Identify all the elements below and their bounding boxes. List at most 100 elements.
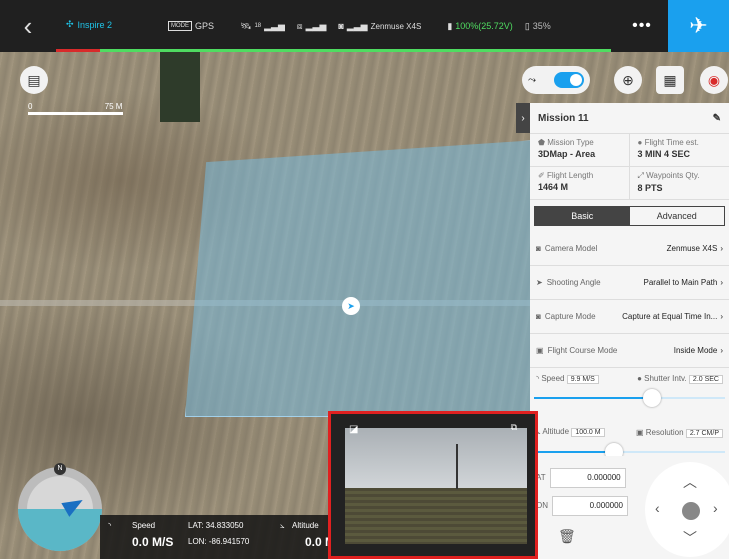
satellite-icon: 🛰 <box>240 20 252 31</box>
direction-icon: ➤ <box>536 278 543 287</box>
camera-icon: ◙ <box>536 244 541 253</box>
record-button[interactable]: ◉ <box>700 66 728 94</box>
remote-controller-icon: ⧈ <box>296 20 303 31</box>
chevron-right-icon: › <box>720 244 723 253</box>
ruler-icon: ✐ <box>538 171 545 180</box>
speed-icon: ◝ <box>536 373 540 383</box>
map-mode-toggle[interactable]: ⤳ <box>522 66 590 94</box>
dpad-center[interactable] <box>682 502 700 520</box>
crosshair-icon: ⊕ <box>622 71 634 88</box>
aircraft-location-icon[interactable]: ➤ <box>342 297 360 315</box>
save-button[interactable]: ▤ <box>20 66 48 94</box>
aircraft-model[interactable]: ✣ Inspire 2 <box>56 0 156 52</box>
takeoff-button[interactable]: ✈ <box>668 0 729 52</box>
chevron-right-icon[interactable]: › <box>713 500 718 516</box>
dark-field-patch <box>160 52 200 122</box>
chevron-up-icon[interactable]: ︿ <box>683 472 697 492</box>
survey-area-polygon[interactable] <box>185 140 537 417</box>
battery-icon: ▮ <box>447 20 453 31</box>
flight-length: ✐ Flight Length 1464 M <box>530 167 630 200</box>
route-icon: ⤳ <box>528 74 536 86</box>
toggle-switch[interactable] <box>554 72 584 88</box>
airplane-icon: ✈ <box>689 13 708 38</box>
longitude-input[interactable]: 0.000000 <box>552 496 628 516</box>
mission-header: Mission 11 ✎ <box>530 103 729 134</box>
mission-summary: ⬟ Mission Type 3DMap - Area ● Flight Tim… <box>530 134 729 200</box>
altitude-row: ⦣ Altitude 100.0 M ▣ Resolution 2.7 CM/P <box>530 422 729 442</box>
slider-fill <box>534 397 653 399</box>
chevron-right-icon: › <box>521 112 525 124</box>
resolution-icon: ▣ <box>635 427 644 437</box>
map-thumbnail-icon: ▦ <box>663 71 677 88</box>
drone-view-icon[interactable]: ⧉ <box>511 422 517 433</box>
tab-advanced[interactable]: Advanced <box>630 207 725 225</box>
slider-fill <box>534 451 615 453</box>
map-scale: 0 75 M <box>28 102 123 115</box>
edit-icon[interactable]: ✎ <box>713 113 721 124</box>
altitude-icon: ⦣ <box>280 521 285 530</box>
telemetry-bar: ◝ Speed 0.0 M/S LAT: 34.833050 LON: -86.… <box>100 515 342 559</box>
drone-icon: ✣ <box>66 19 74 29</box>
map-layer-button[interactable]: ▦ <box>656 66 684 94</box>
speed-row: ◝ Speed 9.9 M/S ● Shutter Intv. 2.0 SEC <box>530 368 729 388</box>
tab-basic[interactable]: Basic <box>535 207 630 225</box>
clock-icon: ● <box>637 373 642 383</box>
camera-icon: ◙ <box>338 21 344 31</box>
mission-type: ⬟ Mission Type 3DMap - Area <box>530 134 630 167</box>
rc-battery[interactable]: ▯ 35% <box>525 21 551 32</box>
course-icon: ▣ <box>536 346 544 355</box>
flight-time: ● Flight Time est. 3 MIN 4 SEC <box>629 134 729 167</box>
waypoints: ⤢ Waypoints Qty. 8 PTS <box>629 167 729 200</box>
signal-bars-icon: ▂▃▅ <box>264 20 285 31</box>
waypoint-icon: ⤢ <box>637 171 644 180</box>
latitude-input[interactable]: 0.000000 <box>549 468 626 488</box>
scale-bar <box>28 112 123 115</box>
more-menu-button[interactable]: ••• <box>622 0 662 52</box>
trash-icon[interactable]: 🗑 <box>558 528 576 545</box>
mission-name: Mission 11 <box>538 112 589 124</box>
preview-pole <box>456 444 458 489</box>
record-icon: ◉ <box>707 71 721 88</box>
clock-icon: ● <box>637 138 643 147</box>
camera-model-row[interactable]: ◙ Camera Model Zenmuse X4S › <box>530 232 729 266</box>
collapse-panel-button[interactable]: › <box>516 103 530 133</box>
switch-view-icon[interactable]: ◪ <box>349 424 358 435</box>
chevron-right-icon: › <box>720 312 723 321</box>
longitude-field: ON 0.000000 <box>536 496 628 516</box>
chevron-right-icon: › <box>720 278 723 287</box>
locate-button[interactable]: ⊕ <box>614 66 642 94</box>
latitude-field: AT 0.000000 <box>536 468 626 488</box>
rc-signal[interactable]: ⧈ ▂▃▅ <box>297 21 327 32</box>
slider-knob[interactable] <box>643 389 662 407</box>
signal-bars-icon: ▂▃▅ <box>346 20 368 31</box>
signal-bars-icon: ▂▃▅ <box>305 20 327 31</box>
camera-icon: ◙ <box>536 312 541 321</box>
attitude-compass[interactable]: N <box>18 463 102 551</box>
chevron-left-icon: ‹ <box>23 10 33 41</box>
mission-panel: Mission 11 ✎ ⬟ Mission Type 3DMap - Area… <box>530 103 729 461</box>
flight-course-mode-row[interactable]: ▣ Flight Course Mode Inside Mode › <box>530 334 729 368</box>
flight-mode[interactable]: MODE GPS <box>168 21 214 31</box>
speed-icon: ◝ <box>108 521 112 530</box>
status-line <box>100 49 611 52</box>
chevron-left-icon[interactable]: ‹ <box>655 500 660 516</box>
preview-sky <box>345 428 527 488</box>
waypoint-dpad[interactable]: ︿ ‹ › ﹀ <box>645 462 729 557</box>
back-button[interactable]: ‹ <box>0 0 56 52</box>
shooting-angle-row[interactable]: ➤ Shooting Angle Parallel to Main Path › <box>530 266 729 300</box>
rc-battery-icon: ▯ <box>524 20 530 31</box>
chevron-down-icon[interactable]: ﹀ <box>683 528 697 548</box>
camera-preview[interactable]: ◪ ⧉ <box>328 411 538 559</box>
aircraft-battery[interactable]: ▮ 100%(25.72V) <box>447 21 513 32</box>
settings-tabs: Basic Advanced <box>534 206 725 226</box>
top-status-bar: ‹ ✣ Inspire 2 MODE GPS 🛰 18 ▂▃▅ ⧈ ▂▃▅ ◙ … <box>0 0 729 52</box>
chevron-right-icon: › <box>720 346 723 355</box>
shield-icon: ⬟ <box>538 138 545 147</box>
satellite-signal[interactable]: 🛰 18 ▂▃▅ <box>240 21 285 32</box>
speed-slider[interactable] <box>534 388 725 408</box>
camera-signal[interactable]: ◙ ▂▃▅ Zenmuse X4S <box>338 21 421 32</box>
preview-ground <box>345 488 527 544</box>
north-indicator: N <box>54 463 66 475</box>
save-icon: ▤ <box>27 71 41 88</box>
capture-mode-row[interactable]: ◙ Capture Mode Capture at Equal Time In..… <box>530 300 729 334</box>
